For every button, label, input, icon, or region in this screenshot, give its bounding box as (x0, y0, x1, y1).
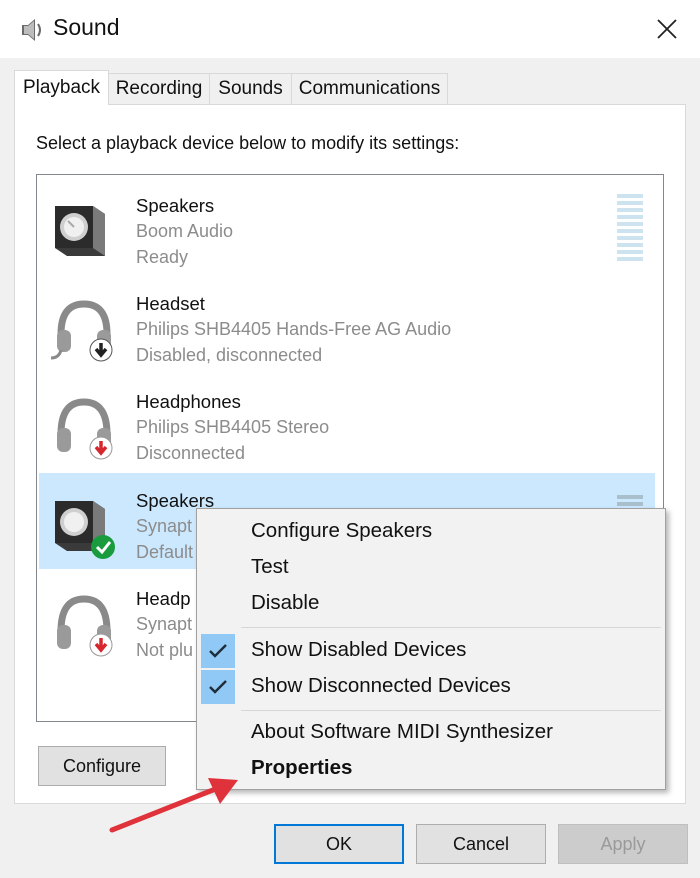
volume-meter-icon (617, 194, 643, 261)
device-status: Disabled, disconnected (136, 345, 323, 365)
speaker-icon (55, 206, 105, 256)
tab-communications[interactable]: Communications (291, 73, 448, 104)
device-name: Headp (136, 588, 191, 609)
device-description: Philips SHB4405 Stereo (136, 417, 330, 437)
title-bar: Sound (0, 0, 700, 58)
device-status: Ready (136, 247, 189, 267)
sound-dialog: Sound Playback Recording Sounds Communic… (0, 0, 700, 878)
apply-button[interactable]: Apply (558, 824, 688, 864)
menu-item-label: Show Disabled Devices (251, 638, 467, 661)
menu-item-show-disabled-devices[interactable]: Show Disabled Devices (197, 634, 665, 668)
device-row[interactable]: Speakers Boom Audio Ready (39, 178, 655, 274)
device-description: Philips SHB4405 Hands-Free AG Audio (136, 319, 452, 339)
device-name: Headset (136, 293, 205, 314)
annotation-arrow-icon (109, 778, 238, 833)
context-menu: Configure Speakers Test Disable Show Dis… (196, 508, 666, 790)
menu-item-label: Test (251, 555, 289, 578)
headphones-icon (57, 595, 113, 657)
tab-playback[interactable]: Playback (14, 70, 109, 105)
device-name: Speakers (136, 195, 215, 216)
instruction-text: Select a playback device below to modify… (36, 133, 460, 153)
menu-separator (241, 627, 661, 628)
window-title: Sound (53, 14, 120, 40)
ok-button[interactable]: OK (274, 824, 404, 864)
device-status: Not plu (136, 640, 194, 660)
menu-item-label: About Software MIDI Synthesizer (251, 720, 553, 743)
menu-item-label: Disable (251, 591, 320, 614)
device-status: Disconnected (136, 443, 246, 463)
menu-item-disable[interactable]: Disable (197, 587, 665, 621)
device-description: Boom Audio (136, 221, 234, 241)
menu-item-properties[interactable]: Properties (197, 752, 665, 786)
speaker-icon (22, 19, 41, 41)
device-row[interactable]: Headphones Philips SHB4405 Stereo Discon… (39, 374, 655, 470)
checkmark-icon (201, 670, 235, 704)
tab-recording[interactable]: Recording (108, 73, 210, 104)
headset-icon (50, 300, 113, 362)
headphones-icon (57, 398, 113, 460)
menu-item-label: Properties (251, 756, 353, 779)
menu-item-label: Show Disconnected Devices (251, 674, 511, 697)
menu-item-test[interactable]: Test (197, 551, 665, 585)
close-button[interactable] (634, 0, 700, 58)
menu-item-show-disconnected-devices[interactable]: Show Disconnected Devices (197, 670, 665, 704)
device-status: Default (136, 542, 194, 562)
device-description: Synapt (136, 516, 193, 536)
checkmark-icon (201, 634, 235, 668)
device-name: Headphones (136, 391, 241, 412)
menu-item-label: Configure Speakers (251, 519, 433, 542)
device-row[interactable]: Headset Philips SHB4405 Hands-Free AG Au… (39, 276, 655, 372)
menu-separator (241, 710, 661, 711)
close-icon (657, 19, 677, 39)
device-description: Synapt (136, 614, 193, 634)
tab-sounds[interactable]: Sounds (209, 73, 292, 104)
menu-item-configure-speakers[interactable]: Configure Speakers (197, 515, 665, 549)
speaker-icon (55, 501, 115, 559)
menu-item-about-midi-synthesizer[interactable]: About Software MIDI Synthesizer (197, 716, 665, 750)
cancel-button[interactable]: Cancel (416, 824, 546, 864)
